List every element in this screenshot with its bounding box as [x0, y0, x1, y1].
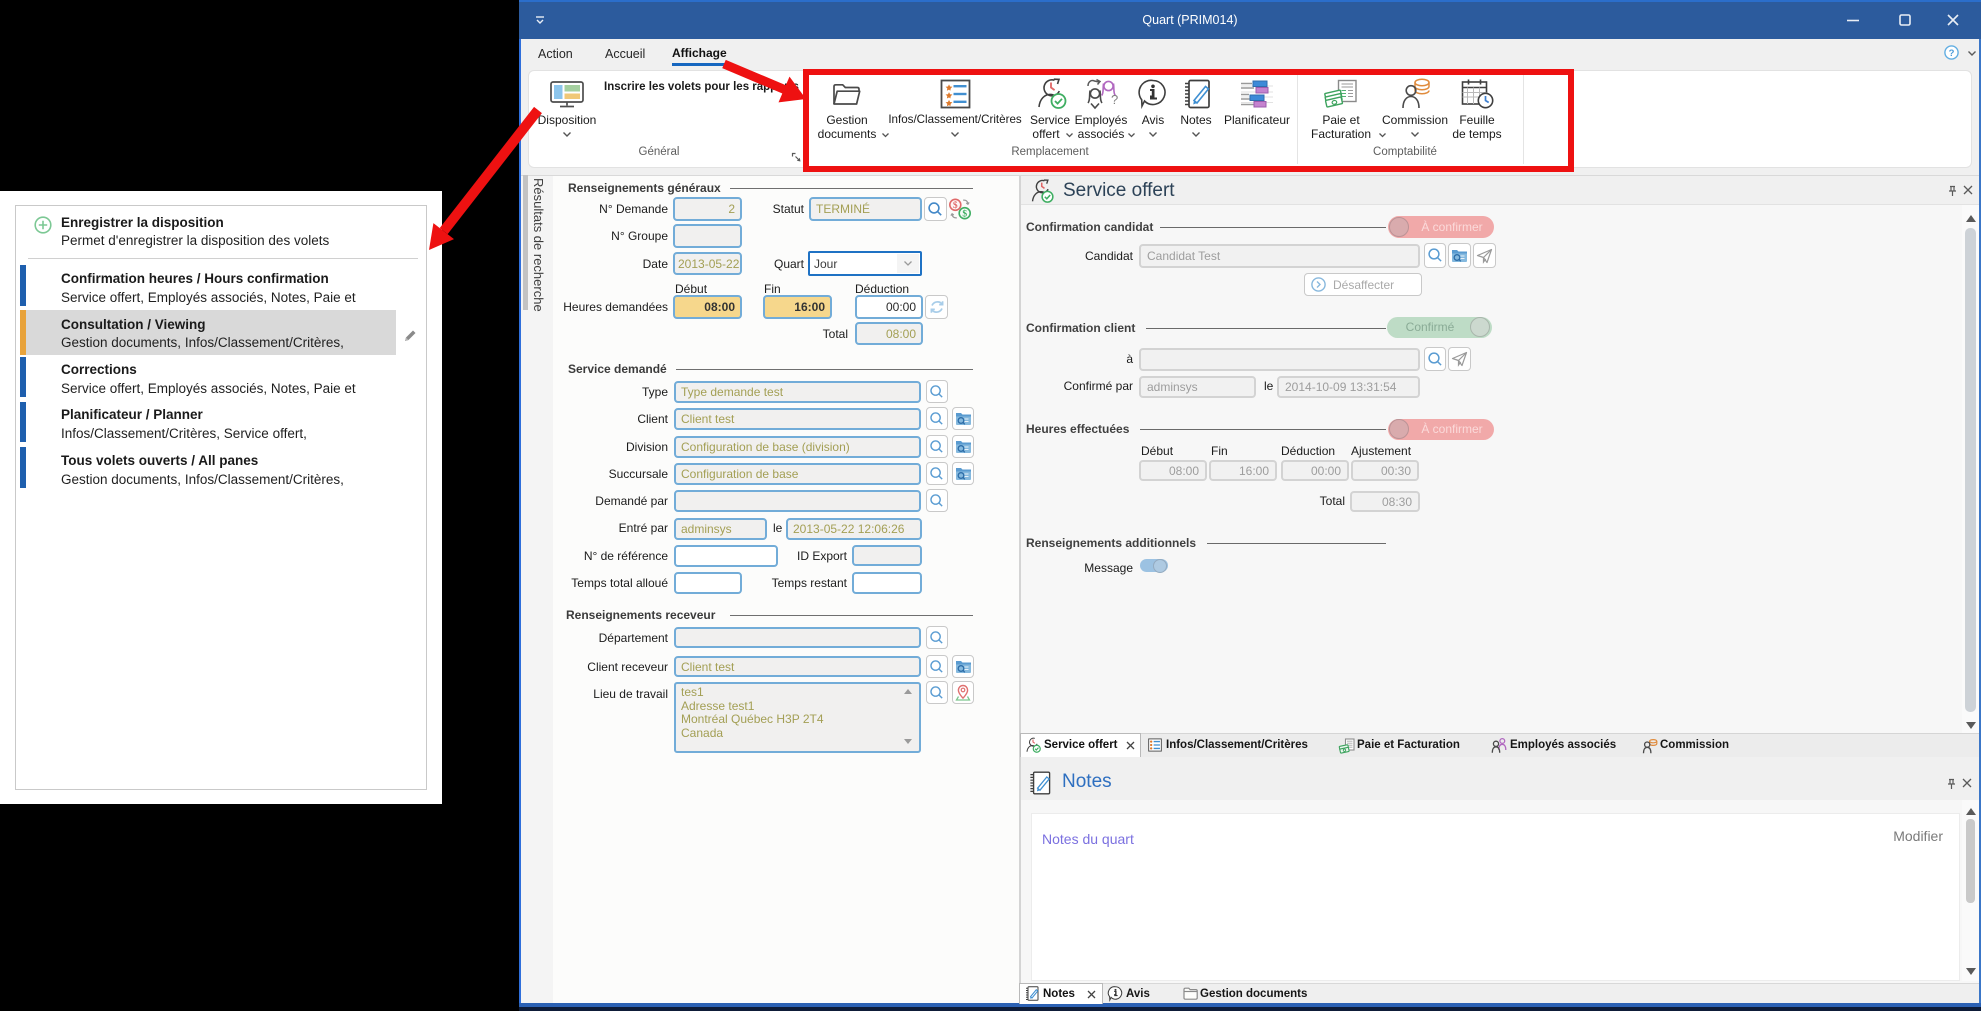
svg-text:$: $: [962, 209, 967, 220]
svg-text:?: ?: [1949, 48, 1955, 59]
svg-text:$: $: [953, 200, 958, 211]
